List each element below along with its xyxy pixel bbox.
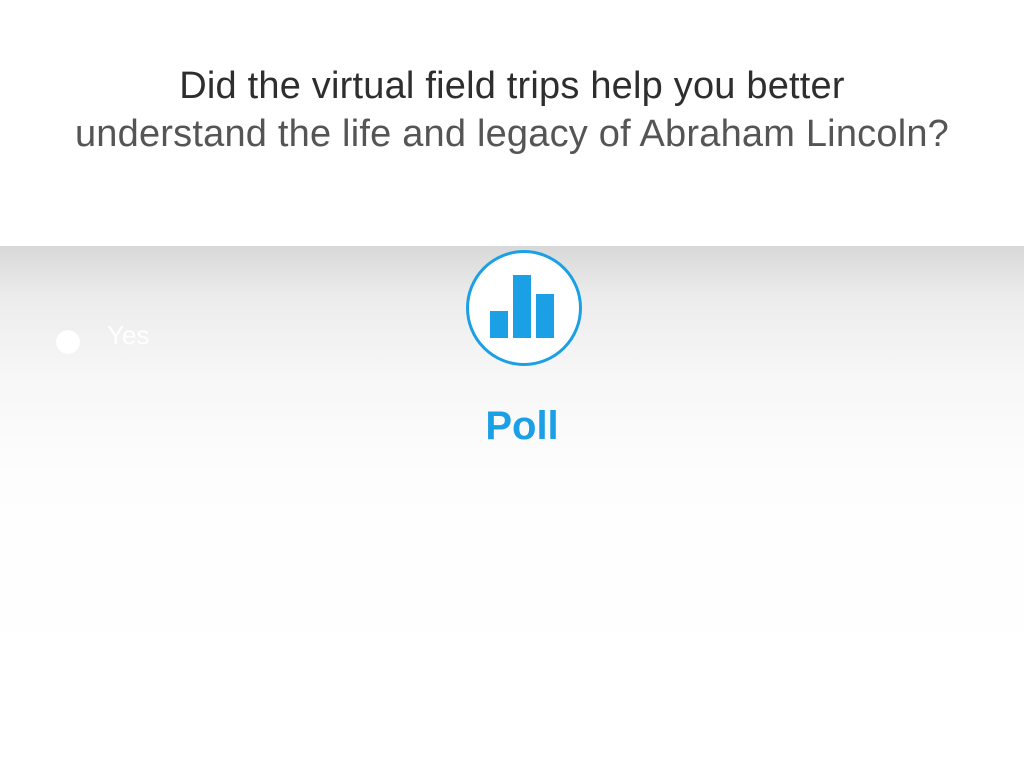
bar-middle — [513, 275, 531, 338]
bar-chart-glyph — [490, 275, 554, 338]
bar-right — [536, 294, 554, 338]
question-line-2: understand the life and legacy of Abraha… — [74, 113, 950, 155]
radio-button[interactable] — [56, 330, 80, 354]
option-label: Yes — [107, 319, 150, 350]
poll-label: Poll — [485, 404, 559, 448]
poll-question: Did the virtual field trips help you bet… — [0, 62, 1024, 158]
question-line-1: Did the virtual field trips help you bet… — [179, 65, 845, 107]
bar-chart-icon — [466, 250, 582, 366]
option-yes[interactable]: Yes — [56, 318, 150, 354]
bar-left — [490, 311, 508, 338]
poll-screen: Did the virtual field trips help you bet… — [0, 0, 1024, 768]
